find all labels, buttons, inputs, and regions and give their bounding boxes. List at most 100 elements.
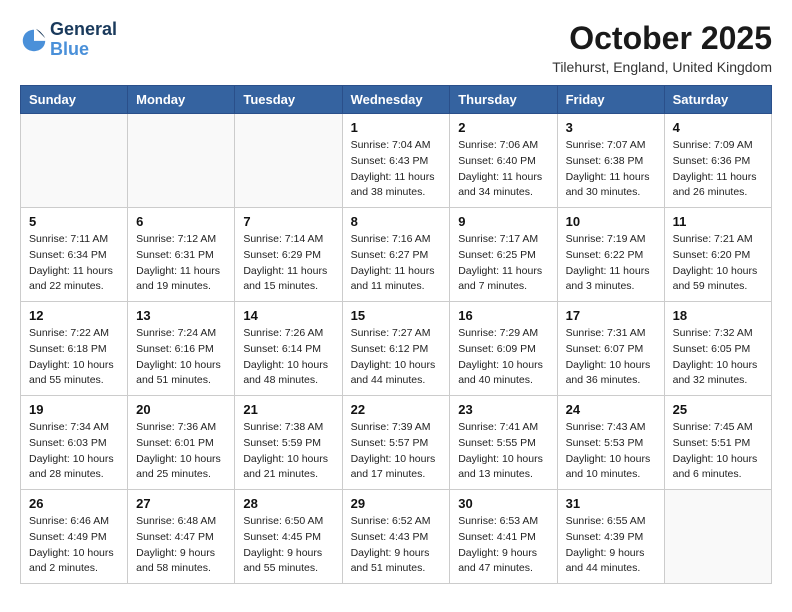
page-header: General Blue October 2025 Tilehurst, Eng… [20,20,772,75]
calendar-cell: 2 Sunrise: 7:06 AMSunset: 6:40 PMDaylight… [450,114,557,208]
calendar-cell: 20 Sunrise: 7:36 AMSunset: 6:01 PMDayligh… [128,396,235,490]
calendar-cell: 19Sunrise: 7:34 AMSunset: 6:03 PMDayligh… [21,396,128,490]
day-number: 13 [136,308,226,323]
day-info: Sunrise: 7:07 AMSunset: 6:38 PMDaylight:… [566,138,656,201]
day-info: Sunrise: 6:53 AMSunset: 4:41 PMDaylight:… [458,514,548,577]
calendar-cell: 18Sunrise: 7:32 AMSunset: 6:05 PMDayligh… [664,302,771,396]
day-info: Sunrise: 7:17 AMSunset: 6:25 PMDaylight:… [458,232,548,295]
calendar-table: SundayMondayTuesdayWednesdayThursdayFrid… [20,85,772,584]
day-number: 28 [243,496,333,511]
day-info: Sunrise: 7:38 AMSunset: 5:59 PMDaylight:… [243,420,333,483]
day-info: Sunrise: 7:43 AMSunset: 5:53 PMDaylight:… [566,420,656,483]
calendar-cell: 29 Sunrise: 6:52 AMSunset: 4:43 PMDayligh… [342,490,450,584]
calendar-cell: 7 Sunrise: 7:14 AMSunset: 6:29 PMDaylight… [235,208,342,302]
location: Tilehurst, England, United Kingdom [552,59,772,75]
day-number: 18 [673,308,763,323]
week-row-2: 5 Sunrise: 7:11 AMSunset: 6:34 PMDaylight… [21,208,772,302]
day-number: 22 [351,402,442,417]
day-info: Sunrise: 7:31 AMSunset: 6:07 PMDaylight:… [566,326,656,389]
week-row-5: 26 Sunrise: 6:46 AMSunset: 4:49 PMDayligh… [21,490,772,584]
calendar-cell: 6Sunrise: 7:12 AMSunset: 6:31 PMDaylight… [128,208,235,302]
calendar-cell: 24 Sunrise: 7:43 AMSunset: 5:53 PMDayligh… [557,396,664,490]
day-info: Sunrise: 7:06 AMSunset: 6:40 PMDaylight:… [458,138,548,201]
day-number: 27 [136,496,226,511]
title-block: October 2025 Tilehurst, England, United … [552,20,772,75]
day-info: Sunrise: 7:04 AMSunset: 6:43 PMDaylight:… [351,138,442,201]
day-info: Sunrise: 6:48 AMSunset: 4:47 PMDaylight:… [136,514,226,577]
day-info: Sunrise: 7:34 AMSunset: 6:03 PMDaylight:… [29,420,119,483]
calendar-cell: 16Sunrise: 7:29 AMSunset: 6:09 PMDayligh… [450,302,557,396]
day-number: 15 [351,308,442,323]
column-header-sunday: Sunday [21,86,128,114]
calendar-header-row: SundayMondayTuesdayWednesdayThursdayFrid… [21,86,772,114]
column-header-saturday: Saturday [664,86,771,114]
day-number: 10 [566,214,656,229]
calendar-cell: 8Sunrise: 7:16 AMSunset: 6:27 PMDaylight… [342,208,450,302]
day-number: 21 [243,402,333,417]
calendar-cell: 31Sunrise: 6:55 AMSunset: 4:39 PMDayligh… [557,490,664,584]
day-number: 20 [136,402,226,417]
day-number: 2 [458,120,548,135]
calendar-cell: 28 Sunrise: 6:50 AMSunset: 4:45 PMDayligh… [235,490,342,584]
month-title: October 2025 [552,20,772,57]
day-number: 5 [29,214,119,229]
day-number: 26 [29,496,119,511]
day-info: Sunrise: 7:29 AMSunset: 6:09 PMDaylight:… [458,326,548,389]
day-info: Sunrise: 7:41 AMSunset: 5:55 PMDaylight:… [458,420,548,483]
day-number: 29 [351,496,442,511]
day-info: Sunrise: 6:52 AMSunset: 4:43 PMDaylight:… [351,514,442,577]
day-number: 17 [566,308,656,323]
day-info: Sunrise: 6:46 AMSunset: 4:49 PMDaylight:… [29,514,119,577]
calendar-cell: 15 Sunrise: 7:27 AMSunset: 6:12 PMDayligh… [342,302,450,396]
calendar-cell [21,114,128,208]
day-number: 14 [243,308,333,323]
week-row-4: 19Sunrise: 7:34 AMSunset: 6:03 PMDayligh… [21,396,772,490]
logo-line2: Blue [50,40,117,60]
calendar-cell: 3 Sunrise: 7:07 AMSunset: 6:38 PMDaylight… [557,114,664,208]
day-info: Sunrise: 7:14 AMSunset: 6:29 PMDaylight:… [243,232,333,295]
day-info: Sunrise: 7:26 AMSunset: 6:14 PMDaylight:… [243,326,333,389]
day-info: Sunrise: 7:22 AMSunset: 6:18 PMDaylight:… [29,326,119,389]
day-number: 11 [673,214,763,229]
calendar-cell: 11 Sunrise: 7:21 AMSunset: 6:20 PMDayligh… [664,208,771,302]
day-info: Sunrise: 7:19 AMSunset: 6:22 PMDaylight:… [566,232,656,295]
day-info: Sunrise: 7:27 AMSunset: 6:12 PMDaylight:… [351,326,442,389]
calendar-cell [664,490,771,584]
logo: General Blue [20,20,117,60]
calendar-cell: 5 Sunrise: 7:11 AMSunset: 6:34 PMDaylight… [21,208,128,302]
day-number: 8 [351,214,442,229]
day-info: Sunrise: 6:50 AMSunset: 4:45 PMDaylight:… [243,514,333,577]
day-number: 9 [458,214,548,229]
column-header-wednesday: Wednesday [342,86,450,114]
week-row-1: 1 Sunrise: 7:04 AMSunset: 6:43 PMDaylight… [21,114,772,208]
day-info: Sunrise: 7:12 AMSunset: 6:31 PMDaylight:… [136,232,226,295]
day-number: 1 [351,120,442,135]
day-number: 3 [566,120,656,135]
day-number: 7 [243,214,333,229]
logo-text: General Blue [50,20,117,60]
day-info: Sunrise: 7:09 AMSunset: 6:36 PMDaylight:… [673,138,763,201]
day-info: Sunrise: 7:36 AMSunset: 6:01 PMDaylight:… [136,420,226,483]
calendar-cell: 27 Sunrise: 6:48 AMSunset: 4:47 PMDayligh… [128,490,235,584]
column-header-tuesday: Tuesday [235,86,342,114]
day-number: 4 [673,120,763,135]
day-number: 30 [458,496,548,511]
calendar-cell: 9 Sunrise: 7:17 AMSunset: 6:25 PMDaylight… [450,208,557,302]
calendar-cell: 1 Sunrise: 7:04 AMSunset: 6:43 PMDaylight… [342,114,450,208]
column-header-friday: Friday [557,86,664,114]
calendar-cell: 17 Sunrise: 7:31 AMSunset: 6:07 PMDayligh… [557,302,664,396]
calendar-cell: 26 Sunrise: 6:46 AMSunset: 4:49 PMDayligh… [21,490,128,584]
calendar-cell: 12Sunrise: 7:22 AMSunset: 6:18 PMDayligh… [21,302,128,396]
logo-line1: General [50,20,117,40]
column-header-monday: Monday [128,86,235,114]
day-info: Sunrise: 7:21 AMSunset: 6:20 PMDaylight:… [673,232,763,295]
day-info: Sunrise: 7:11 AMSunset: 6:34 PMDaylight:… [29,232,119,295]
calendar-cell [235,114,342,208]
column-header-thursday: Thursday [450,86,557,114]
day-info: Sunrise: 6:55 AMSunset: 4:39 PMDaylight:… [566,514,656,577]
calendar-cell: 4 Sunrise: 7:09 AMSunset: 6:36 PMDaylight… [664,114,771,208]
day-info: Sunrise: 7:24 AMSunset: 6:16 PMDaylight:… [136,326,226,389]
day-number: 24 [566,402,656,417]
logo-icon [20,26,48,54]
calendar-cell: 21 Sunrise: 7:38 AMSunset: 5:59 PMDayligh… [235,396,342,490]
